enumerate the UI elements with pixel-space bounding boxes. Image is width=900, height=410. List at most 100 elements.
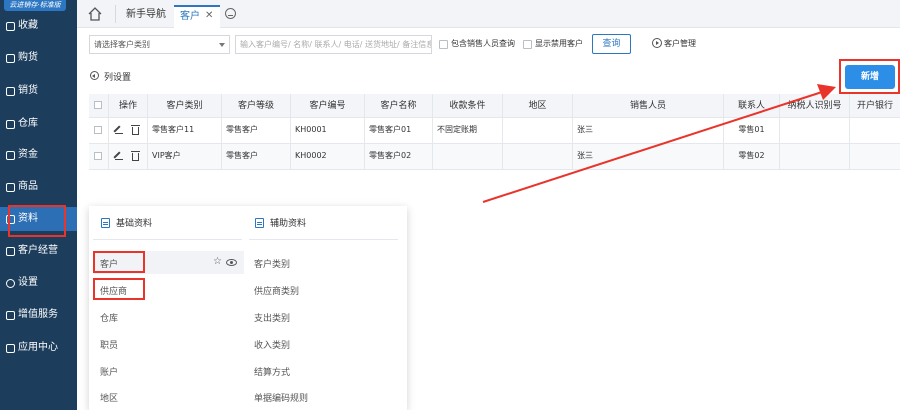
cell-contact: 零售02: [724, 144, 780, 169]
menu-item-warehouse[interactable]: 仓库: [100, 311, 118, 324]
show-disabled-label: 显示禁用客户: [535, 39, 583, 48]
sidebar-item-customer-ops[interactable]: 客户经营: [0, 239, 77, 263]
close-icon[interactable]: ✕: [205, 10, 213, 21]
sidebar-item-warehouse[interactable]: 仓库: [0, 112, 77, 136]
cell-region: [503, 118, 573, 143]
edit-icon[interactable]: [115, 126, 123, 134]
cell-category: VIP客户: [148, 144, 222, 169]
document-icon: [255, 217, 264, 228]
divider: [249, 239, 398, 240]
basic-data-heading: 基础资料: [101, 216, 152, 229]
category-select-value: 请选择客户类别: [94, 40, 150, 49]
annotation-highlight-add: [839, 59, 900, 94]
menu-item-account[interactable]: 账户: [100, 365, 118, 378]
cell-code: KH0002: [291, 144, 365, 169]
sales-icon: [6, 86, 15, 96]
search-input[interactable]: 输入客户编号/ 名称/ 联系人/ 电话/ 送货地址/ 备注信息: [235, 35, 432, 54]
annotation-highlight-customer: [93, 251, 145, 273]
header-level[interactable]: 客户等级: [222, 94, 291, 117]
menu-item-expense-category[interactable]: 支出类别: [254, 311, 290, 324]
sidebar-item-favorites[interactable]: 收藏: [0, 14, 77, 38]
column-settings-button[interactable]: 列设置: [104, 70, 131, 83]
warehouse-icon: [6, 119, 15, 129]
table-row[interactable]: VIP客户 零售客户 KH0002 零售客户02 张三 零售02: [89, 144, 900, 170]
cell-tax-id: [780, 144, 850, 169]
cell-level: 零售客户: [222, 144, 291, 169]
divider: [93, 239, 242, 240]
header-name[interactable]: 客户名称: [365, 94, 433, 117]
select-all-checkbox[interactable]: [94, 101, 102, 109]
customer-category-select[interactable]: 请选择客户类别: [89, 35, 230, 54]
menu-item-doc-numbering[interactable]: 单据编码规则: [254, 391, 308, 404]
header-category[interactable]: 客户类别: [148, 94, 222, 117]
row-checkbox[interactable]: [94, 126, 102, 134]
cell-name: 零售客户02: [365, 144, 433, 169]
caret-down-icon: [219, 43, 225, 47]
sidebar-item-purchase[interactable]: 购货: [0, 46, 77, 70]
cell-level: 零售客户: [222, 118, 291, 143]
include-sales-checkbox[interactable]: [439, 40, 448, 49]
edition-badge: 云进销存·标准版: [4, 0, 66, 11]
header-tax-id[interactable]: 纳税人识别号: [780, 94, 850, 117]
menu-item-income-category[interactable]: 收入类别: [254, 338, 290, 351]
sidebar-item-settings[interactable]: 设置: [0, 271, 77, 295]
annotation-highlight-data: [8, 205, 66, 237]
menu-item-settlement[interactable]: 结算方式: [254, 365, 290, 378]
aux-data-heading: 辅助资料: [255, 216, 306, 229]
cell-sales: 张三: [573, 118, 724, 143]
show-disabled-checkbox[interactable]: [523, 40, 532, 49]
sidebar-item-funds[interactable]: 资金: [0, 143, 77, 167]
data-menu-panel: 基础资料 辅助资料 客户 ☆ 供应商 仓库 职员 账户 地区 客户类别 供应商类…: [89, 206, 407, 410]
service-icon: [6, 310, 15, 320]
trash-icon[interactable]: [131, 151, 140, 161]
eye-icon[interactable]: [226, 259, 237, 266]
customer-icon: [6, 246, 15, 256]
sidebar-item-value-services[interactable]: 增值服务: [0, 303, 77, 327]
chevron-down-icon[interactable]: [225, 8, 236, 19]
app-icon: [6, 343, 15, 353]
row-checkbox[interactable]: [94, 152, 102, 160]
customer-management-link[interactable]: 客户管理: [664, 38, 696, 49]
column-settings-icon[interactable]: [90, 71, 99, 80]
header-region[interactable]: 地区: [503, 94, 573, 117]
trash-icon[interactable]: [131, 125, 140, 135]
row-select-cell: [89, 118, 109, 143]
cell-terms: [433, 144, 503, 169]
annotation-highlight-supplier: [93, 278, 145, 300]
cell-contact: 零售01: [724, 118, 780, 143]
header-bank[interactable]: 开户银行: [850, 94, 900, 117]
cell-sales: 张三: [573, 144, 724, 169]
product-icon: [6, 182, 15, 192]
cell-terms: 不固定账期: [433, 118, 503, 143]
header-code[interactable]: 客户编号: [291, 94, 365, 117]
table-header-row: 操作 客户类别 客户等级 客户编号 客户名称 收款条件 地区 销售人员 联系人 …: [89, 94, 900, 118]
row-select-cell: [89, 144, 109, 169]
money-icon: [6, 150, 15, 160]
cell-name: 零售客户01: [365, 118, 433, 143]
header-sales[interactable]: 销售人员: [573, 94, 724, 117]
cart-icon: [6, 53, 15, 63]
header-terms[interactable]: 收款条件: [433, 94, 503, 117]
star-icon[interactable]: ☆: [213, 256, 222, 267]
menu-item-staff[interactable]: 职员: [100, 338, 118, 351]
sidebar-item-sales[interactable]: 销货: [0, 79, 77, 103]
query-button[interactable]: 查询: [592, 34, 631, 54]
sidebar-item-products[interactable]: 商品: [0, 175, 77, 199]
tab-getting-started[interactable]: 新手导航: [126, 5, 166, 25]
menu-item-supplier-category[interactable]: 供应商类别: [254, 284, 299, 297]
document-icon: [101, 217, 110, 228]
edit-icon[interactable]: [115, 152, 123, 160]
play-circle-icon[interactable]: [652, 38, 662, 48]
header-contact[interactable]: 联系人: [724, 94, 780, 117]
home-icon[interactable]: [86, 6, 104, 22]
menu-item-customer-category[interactable]: 客户类别: [254, 257, 290, 270]
sidebar-item-app-center[interactable]: 应用中心: [0, 336, 77, 360]
cell-bank: [850, 144, 900, 169]
cell-category: 零售客户11: [148, 118, 222, 143]
cell-region: [503, 144, 573, 169]
gear-icon: [6, 278, 15, 288]
menu-item-region[interactable]: 地区: [100, 391, 118, 404]
star-icon: [6, 21, 15, 31]
cell-tax-id: [780, 118, 850, 143]
table-row[interactable]: 零售客户11 零售客户 KH0001 零售客户01 不固定账期 张三 零售01: [89, 118, 900, 144]
